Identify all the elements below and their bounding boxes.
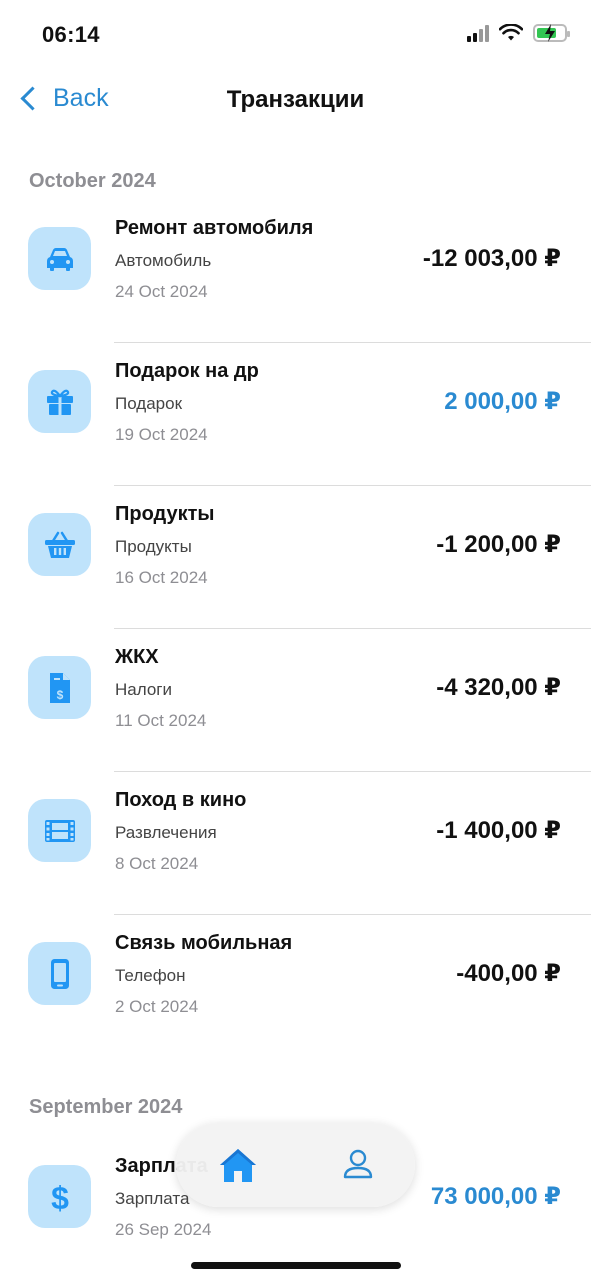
transaction-title: Связь мобильная (115, 932, 293, 954)
home-icon (220, 1149, 256, 1182)
dollar-icon: $ (28, 1165, 91, 1228)
transaction-row[interactable]: Связь мобильная Телефон 2 Oct 2024 -400,… (0, 915, 591, 1058)
transaction-title: Продукты (115, 503, 215, 525)
navigation-bar: Back Транзакции (0, 70, 591, 130)
page-title: Транзакции (226, 86, 365, 113)
transaction-row[interactable]: Поход в кино Развлечения 8 Oct 2024 -1 4… (0, 772, 591, 915)
basket-icon (28, 513, 91, 576)
transaction-amount: -4 320,00 ₽ (436, 674, 561, 701)
transaction-date: 26 Sep 2024 (115, 1220, 212, 1239)
transaction-date: 19 Oct 2024 (115, 425, 208, 444)
transaction-date: 11 Oct 2024 (115, 711, 207, 730)
film-icon (28, 799, 91, 862)
svg-text:$: $ (56, 688, 63, 702)
transaction-title: Поход в кино (115, 789, 247, 811)
transaction-title: Ремонт автомобиля (115, 217, 314, 239)
transaction-category: Автомобиль (115, 251, 212, 270)
transaction-title: Подарок на др (115, 360, 259, 382)
status-time: 06:14 (42, 22, 100, 47)
phone-icon (28, 942, 91, 1005)
section-header-october: October 2024 (29, 170, 156, 192)
transaction-date: 24 Oct 2024 (115, 282, 208, 301)
transaction-amount: -12 003,00 ₽ (422, 245, 561, 272)
transaction-date: 16 Oct 2024 (115, 568, 208, 587)
battery-icon (533, 24, 570, 42)
transaction-date: 8 Oct 2024 (115, 854, 199, 873)
transaction-amount: 73 000,00 ₽ (430, 1183, 561, 1210)
wifi-icon (499, 24, 523, 41)
transaction-category: Подарок (115, 394, 183, 413)
transaction-amount: -400,00 ₽ (456, 960, 561, 987)
transaction-title: ЖКХ (115, 646, 159, 668)
status-bar: 06:14 (0, 0, 591, 70)
car-icon (28, 227, 91, 290)
transaction-date: 2 Oct 2024 (115, 997, 199, 1016)
transaction-category: Продукты (115, 537, 192, 556)
status-icons (467, 24, 570, 42)
cellular-signal-icon (467, 24, 489, 42)
transaction-row[interactable]: $ ЖКХ Налоги 11 Oct 2024 -4 320,00 ₽ (0, 629, 591, 772)
transaction-category: Телефон (115, 966, 186, 985)
transaction-row[interactable]: Продукты Продукты 16 Oct 2024 -1 200,00 … (0, 486, 591, 629)
section-header-september: September 2024 (29, 1096, 183, 1118)
transaction-amount: -1 400,00 ₽ (436, 817, 561, 844)
transaction-row[interactable]: Ремонт автомобиля Автомобиль 24 Oct 2024… (0, 200, 591, 343)
tab-profile[interactable] (336, 1143, 380, 1187)
svg-text:$: $ (51, 1180, 69, 1215)
profile-icon (343, 1149, 373, 1179)
gift-icon (28, 370, 91, 433)
bill-icon: $ (28, 656, 91, 719)
tab-bar (176, 1123, 415, 1207)
home-indicator (191, 1262, 401, 1269)
transaction-amount: 2 000,00 ₽ (444, 388, 561, 415)
transaction-category: Налоги (115, 680, 172, 699)
transaction-row[interactable]: Подарок на др Подарок 19 Oct 2024 2 000,… (0, 343, 591, 486)
transaction-category: Зарплата (115, 1189, 190, 1208)
transaction-category: Развлечения (115, 823, 217, 842)
transaction-amount: -1 200,00 ₽ (436, 531, 561, 558)
tab-home[interactable] (216, 1143, 260, 1187)
